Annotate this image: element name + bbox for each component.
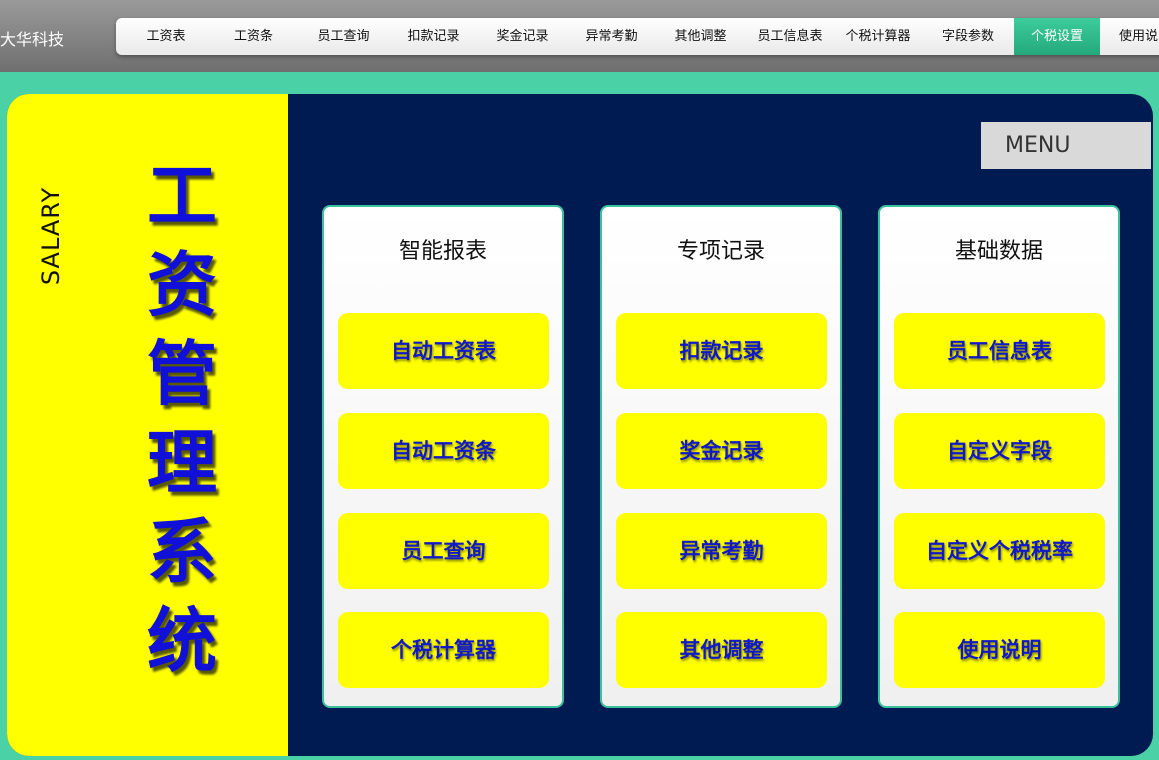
nav-item-field-params[interactable]: 字段参数 bbox=[926, 18, 1010, 55]
card-special-records: 专项记录 扣款记录 奖金记录 异常考勤 其他调整 bbox=[600, 205, 842, 708]
abnormal-attendance-button[interactable]: 异常考勤 bbox=[616, 513, 827, 589]
nav-item-employee-info[interactable]: 员工信息表 bbox=[746, 18, 834, 55]
employee-info-button[interactable]: 员工信息表 bbox=[894, 313, 1105, 389]
deduction-records-button[interactable]: 扣款记录 bbox=[616, 313, 827, 389]
bonus-records-button[interactable]: 奖金记录 bbox=[616, 413, 827, 489]
sidebar-subtitle: SALARY bbox=[37, 186, 65, 286]
instructions-button[interactable]: 使用说明 bbox=[894, 612, 1105, 688]
card-title: 智能报表 bbox=[398, 239, 487, 264]
nav-item-tax-settings[interactable]: 个税设置 bbox=[1014, 18, 1100, 55]
custom-fields-button[interactable]: 自定义字段 bbox=[894, 413, 1105, 489]
nav-item-payslip[interactable]: 工资条 bbox=[206, 18, 301, 55]
nav-item-adjustments[interactable]: 其他调整 bbox=[658, 18, 743, 55]
main-panel: SALARY 工资管理系统 MENU 智能报表 自动工资表 自动工资条 员工查询… bbox=[7, 94, 1153, 756]
nav-item-bonus[interactable]: 奖金记录 bbox=[480, 18, 565, 55]
auto-salary-table-button[interactable]: 自动工资表 bbox=[338, 313, 549, 389]
nav-item-salary-table[interactable]: 工资表 bbox=[116, 18, 216, 55]
card-smart-reports: 智能报表 自动工资表 自动工资条 员工查询 个税计算器 bbox=[322, 205, 564, 708]
company-name: 大华科技 bbox=[0, 30, 65, 49]
nav-bar: 工资表 工资条 员工查询 扣款记录 奖金记录 异常考勤 其他调整 员工信息表 个… bbox=[116, 18, 1159, 55]
nav-item-deductions[interactable]: 扣款记录 bbox=[391, 18, 476, 55]
menu-button[interactable]: MENU bbox=[981, 122, 1151, 169]
auto-payslip-button[interactable]: 自动工资条 bbox=[338, 413, 549, 489]
sidebar: SALARY 工资管理系统 bbox=[7, 94, 288, 756]
tax-calculator-button[interactable]: 个税计算器 bbox=[338, 612, 549, 688]
card-base-data: 基础数据 员工信息表 自定义字段 自定义个税税率 使用说明 bbox=[878, 205, 1120, 708]
card-title: 基础数据 bbox=[954, 239, 1043, 264]
nav-item-employee-query[interactable]: 员工查询 bbox=[301, 18, 386, 55]
nav-item-instructions[interactable]: 使用说明 bbox=[1102, 18, 1159, 55]
employee-query-button[interactable]: 员工查询 bbox=[338, 513, 549, 589]
nav-item-attendance[interactable]: 异常考勤 bbox=[569, 18, 654, 55]
nav-item-tax-calculator[interactable]: 个税计算器 bbox=[836, 18, 920, 55]
system-title: 工资管理系统 bbox=[147, 155, 217, 682]
custom-tax-rate-button[interactable]: 自定义个税税率 bbox=[894, 513, 1105, 589]
card-title: 专项记录 bbox=[676, 239, 765, 264]
other-adjustments-button[interactable]: 其他调整 bbox=[616, 612, 827, 688]
top-bar: 大华科技 工资表 工资条 员工查询 扣款记录 奖金记录 异常考勤 其他调整 员工… bbox=[0, 0, 1159, 72]
